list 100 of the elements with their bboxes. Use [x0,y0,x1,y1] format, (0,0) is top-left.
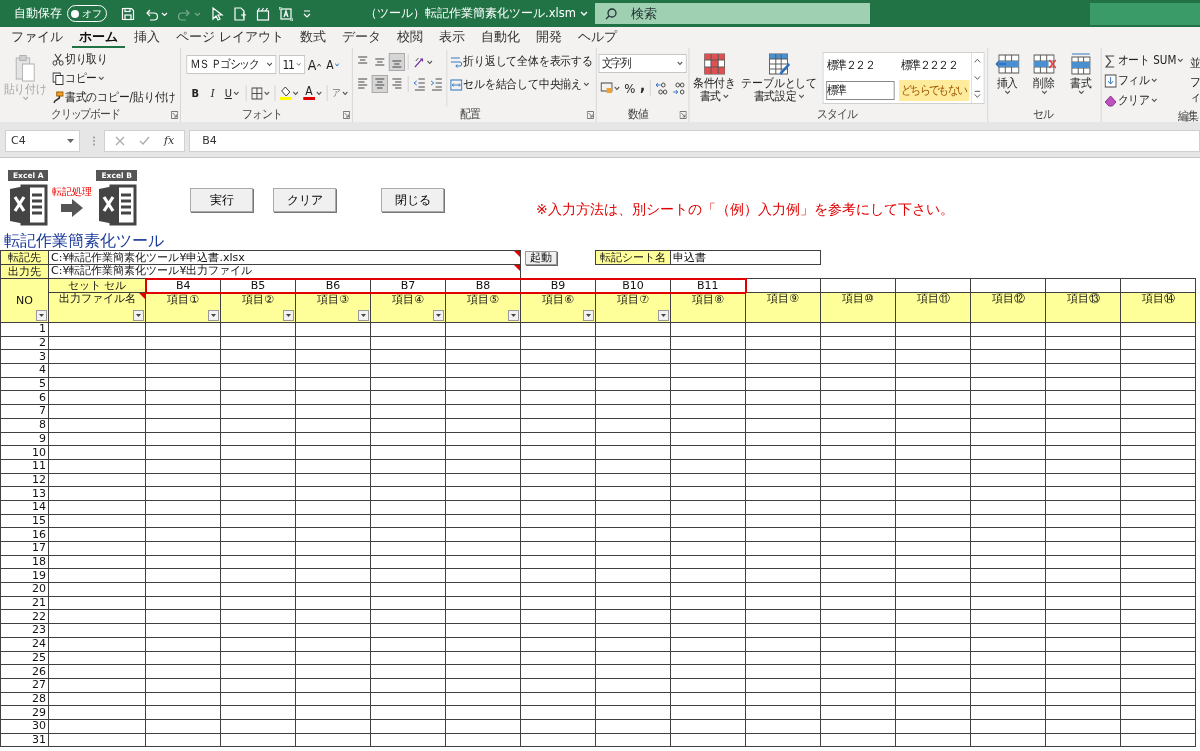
row-number: 24 [0,637,49,651]
clapperboard-icon[interactable] [256,6,270,21]
ribbon-tab[interactable]: ファイル [4,29,70,48]
caret-icon [1150,98,1158,103]
cell-style-option[interactable]: どちらでもない [898,80,970,101]
format-cells-button[interactable]: 書式 [1065,50,1097,107]
fill-down-icon [1104,73,1117,88]
ribbon-command: 並 [1189,56,1200,71]
font-color-button[interactable]: A [301,84,324,102]
set-cell[interactable]: B11 [670,278,746,293]
increase-decimal-button[interactable] [653,79,670,97]
column-header: NO [16,293,33,307]
column-header: 項目⑦ [617,292,649,306]
set-cell[interactable]: B4 [145,278,221,293]
cut-button[interactable]: 切り取り [50,50,179,69]
document-icon[interactable] [233,6,247,21]
filter-dropdown-button[interactable] [433,310,444,321]
row-number: 31 [0,733,49,747]
set-cell[interactable]: B9 [520,278,596,293]
formula-field[interactable]: B4 [189,129,1200,152]
column-header: 項目⑬ [1066,292,1100,305]
filter-dropdown-button[interactable] [208,310,219,321]
ribbon-tab[interactable]: データ [335,29,388,48]
autosum-button[interactable]: オート SUM [1103,52,1185,69]
set-cell[interactable]: B8 [445,278,521,293]
row-number: 12 [0,473,49,487]
launch-button[interactable]: 起動 [525,250,558,265]
caret-icon [22,96,29,101]
row-number: 22 [0,609,49,624]
phonetic-button[interactable]: ア [330,84,350,102]
filter-dropdown-button[interactable] [358,310,369,321]
italic-button[interactable]: I [205,84,221,102]
insert-cells-button[interactable]: 挿入 [991,50,1024,107]
font-size-field[interactable]: 11 [278,55,305,74]
currency-button[interactable] [598,80,622,96]
copy-button[interactable]: コピー [50,69,179,88]
ribbon-tab[interactable]: ページ レイアウト [169,29,291,48]
set-cell[interactable]: B6 [295,278,371,293]
cell-style-option[interactable]: 標準 [825,80,896,101]
ribbon-tab[interactable]: 開発 [529,29,569,48]
comma-button[interactable]: , [638,78,647,98]
set-cell[interactable]: B10 [595,278,671,293]
filter-dropdown-button[interactable] [283,310,294,321]
set-cell[interactable]: B5 [220,278,296,293]
filter-dropdown-button[interactable] [658,310,670,321]
run-button[interactable]: 実行 [190,188,253,212]
dialog-launcher-icon[interactable] [342,110,350,119]
group-label: セル [1032,106,1055,122]
caret-icon[interactable] [579,10,588,17]
set-cell[interactable]: B7 [370,278,446,293]
ribbon-tab[interactable]: ヘルプ [571,29,624,48]
dialog-launcher-icon[interactable] [679,110,687,119]
shrink-font-button[interactable]: A [324,56,341,73]
drag-handle-icon[interactable] [92,135,96,146]
filter-dropdown-button[interactable] [508,310,520,321]
column-header: 項目② [242,292,274,306]
text-box-icon[interactable] [279,6,293,21]
dialog-launcher-icon[interactable] [170,110,179,119]
wrap-text-button[interactable]: 折り返して全体を表示する [448,53,594,70]
number-format-field[interactable]: 文字列 [598,54,687,73]
clear-button[interactable]: クリア [1103,92,1185,109]
search-field[interactable]: 検索 [595,3,870,24]
insert-function-button[interactable]: fx [164,134,175,147]
clear-button[interactable]: クリア [273,188,336,212]
row-number: 6 [0,390,49,405]
format-as-table-button[interactable]: テーブルとして 書式設定 [739,50,819,107]
ribbon-tab[interactable]: 数式 [293,29,333,48]
paintbrush-icon [52,91,64,104]
ribbon-tab[interactable]: 挿入 [127,29,167,48]
font-name-field[interactable]: ＭＳ Ｐゴシック [186,55,277,74]
field-value: C:¥転記作業簡素化ツール¥申込書.xlsx [51,250,245,264]
bold-button[interactable]: B [186,84,205,102]
conditional-format-button[interactable]: 条件付き 書式 [690,50,738,107]
delete-cells-button[interactable]: 削除 [1028,50,1060,107]
dialog-launcher-icon[interactable] [586,110,594,119]
ribbon-tab[interactable]: 校閲 [390,29,430,48]
name-box[interactable]: C4 [5,129,80,152]
decrease-decimal-button[interactable] [670,79,687,97]
row-number: 17 [0,541,49,556]
grow-font-button[interactable]: A [305,55,324,74]
close-button[interactable]: 閉じる [381,188,444,212]
merge-center-button[interactable]: セルを結合して中央揃え [448,76,594,93]
borders-button[interactable] [249,84,272,102]
pointer-icon[interactable] [210,6,224,21]
filter-dropdown-button[interactable] [133,310,144,321]
ribbon-tab[interactable]: 自動化 [474,29,527,48]
caret-icon [266,62,273,67]
underline-button[interactable]: U [221,84,243,102]
instruction-note: ※入力方法は、別シートの「（例）入力例」を参考にして下さい。 [536,201,954,219]
row-number: 4 [0,363,49,378]
format-painter-button[interactable]: 書式のコピー/貼り付け [50,88,179,107]
filter-dropdown-button[interactable] [583,310,595,321]
row-number: 9 [0,432,49,446]
fill-button[interactable]: フィル [1103,72,1185,89]
filter-dropdown-button[interactable] [36,310,47,321]
caret-icon [296,62,302,67]
fill-color-button[interactable] [277,84,301,102]
percent-button[interactable]: % [622,78,638,98]
ribbon-tab[interactable]: 表示 [432,29,472,48]
save-icon[interactable] [121,6,135,21]
